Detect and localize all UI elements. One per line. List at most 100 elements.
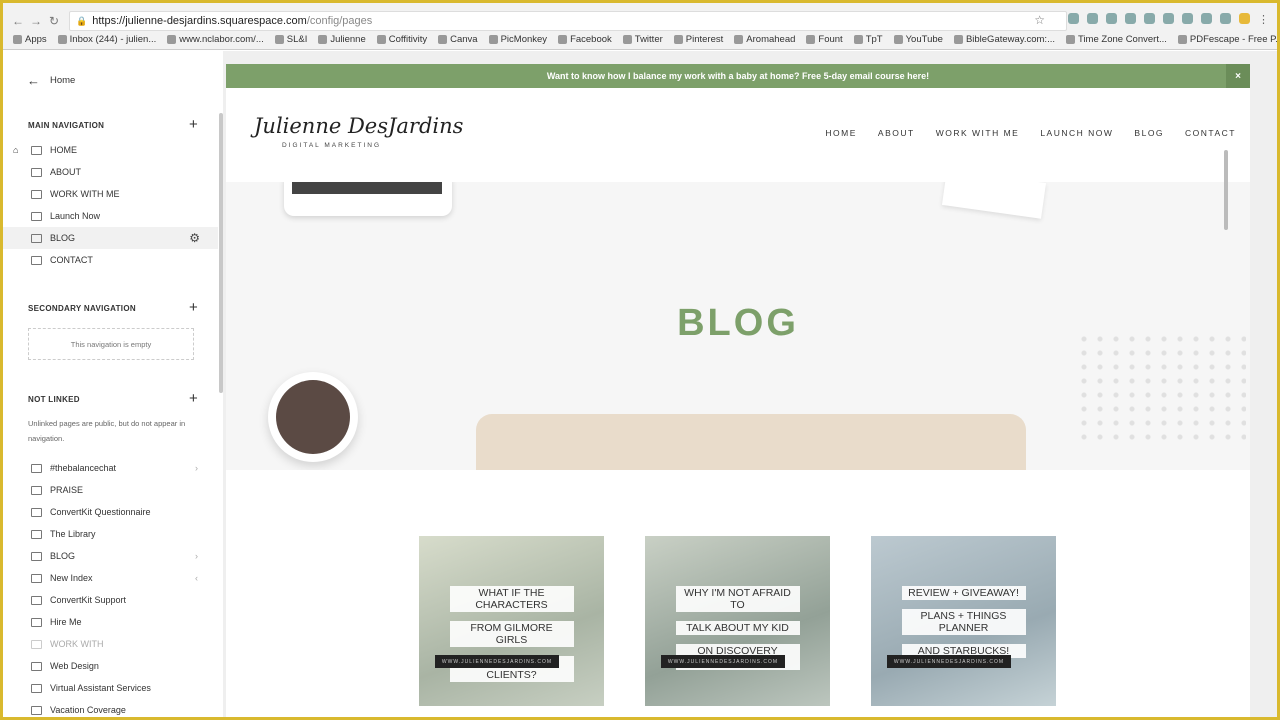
- bookmark-favicon-icon: [318, 35, 328, 44]
- site-nav-contact[interactable]: CONTACT: [1185, 128, 1236, 138]
- reload-icon[interactable]: ↻: [45, 14, 63, 28]
- site-nav-work-with-me[interactable]: WORK WITH ME: [936, 128, 1020, 138]
- bookmark-item[interactable]: YouTube: [893, 34, 943, 45]
- bookmark-item[interactable]: Time Zone Convert...: [1066, 34, 1167, 45]
- forward-arrow-icon[interactable]: →: [27, 14, 45, 28]
- extension-icon[interactable]: [1201, 13, 1212, 24]
- bookmark-item[interactable]: Canva: [438, 34, 478, 45]
- gear-icon[interactable]: ⚙: [189, 231, 200, 245]
- bookmark-item[interactable]: Inbox (244) - julien...: [57, 34, 157, 45]
- sidebar-item--thebalancechat[interactable]: #thebalancechat ›: [3, 457, 218, 479]
- blog-post-card[interactable]: WHY I'M NOT AFRAID TO TALK ABOUT MY KID ON…: [645, 536, 830, 706]
- extension-icon[interactable]: [1106, 13, 1117, 24]
- extension-icon[interactable]: [1068, 13, 1079, 24]
- blog-post-card[interactable]: REVIEW + GIVEAWAY! PLANS + THINGS PLANNER…: [871, 536, 1056, 706]
- add-page-button[interactable]: +: [189, 116, 198, 133]
- bookmark-item[interactable]: Aromahead: [734, 34, 795, 45]
- sidebar-item-about[interactable]: ABOUT: [3, 161, 218, 183]
- sidebar-item-convertkit-support[interactable]: ConvertKit Support: [3, 589, 218, 611]
- bookmark-item[interactable]: BibleGateway.com:...: [953, 34, 1055, 45]
- extension-icon[interactable]: [1125, 13, 1136, 24]
- blog-post-card[interactable]: WHAT IF THE CHARACTERS FROM GILMORE GIRLS…: [419, 536, 604, 706]
- extension-icon[interactable]: [1163, 13, 1174, 24]
- add-page-button[interactable]: +: [189, 299, 198, 316]
- bookmark-label: PDFescape - Free P...: [1189, 34, 1277, 45]
- laptop-image: [476, 414, 1026, 470]
- sidebar-item-virtual-assistant-services[interactable]: Virtual Assistant Services: [3, 677, 218, 699]
- extension-icon[interactable]: [1239, 13, 1250, 24]
- chevron-left-icon[interactable]: ‹: [195, 573, 198, 583]
- extension-icon[interactable]: [1144, 13, 1155, 24]
- bookmark-item[interactable]: PDFescape - Free P...: [1177, 34, 1277, 45]
- extension-icon[interactable]: [1220, 13, 1231, 24]
- bookmark-item[interactable]: Apps: [13, 34, 47, 45]
- home-icon: ⌂: [13, 145, 19, 155]
- page-icon: [31, 145, 42, 155]
- bookmark-star-icon[interactable]: ☆: [1034, 13, 1045, 27]
- coffee-cup-image: [268, 372, 358, 462]
- sidebar-item-label: ConvertKit Support: [50, 595, 127, 605]
- site-nav-launch-now[interactable]: LAUNCH NOW: [1040, 128, 1113, 138]
- bookmark-label: PicMonkey: [500, 34, 548, 45]
- bookmark-favicon-icon: [622, 35, 632, 44]
- bookmark-item[interactable]: Pinterest: [673, 34, 723, 45]
- bookmark-favicon-icon: [806, 35, 816, 44]
- bookmark-item[interactable]: www.nclabor.com/...: [167, 34, 264, 45]
- close-announcement-button[interactable]: ×: [1226, 64, 1250, 88]
- bookmark-label: Coffitivity: [388, 34, 428, 45]
- back-home-link[interactable]: ← Home: [27, 73, 75, 88]
- bookmark-item[interactable]: Julienne: [318, 34, 366, 45]
- pages-sidebar: ← Home MAIN NAVIGATION + ⌂ HOME ABOUT WORK WI…: [3, 51, 223, 717]
- bookmark-favicon-icon: [953, 35, 963, 44]
- not-linked-note: Unlinked pages are public, but do not ap…: [28, 419, 186, 443]
- bookmark-item[interactable]: Twitter: [622, 34, 663, 45]
- sidebar-item-launch-now[interactable]: Launch Now: [3, 205, 218, 227]
- extension-icon[interactable]: [1087, 13, 1098, 24]
- url-host: https://julienne-desjardins.squarespace.…: [92, 15, 307, 27]
- site-nav-about[interactable]: ABOUT: [878, 128, 915, 138]
- bookmark-item[interactable]: TpT: [853, 34, 883, 45]
- bookmark-item[interactable]: PicMonkey: [488, 34, 548, 45]
- sidebar-item-the-library[interactable]: The Library: [3, 523, 218, 545]
- site-nav-blog[interactable]: BLOG: [1134, 128, 1164, 138]
- sidebar-item-label: Web Design: [50, 661, 99, 671]
- bookmark-item[interactable]: SL&I: [274, 34, 307, 45]
- preview-scrollbar[interactable]: [1224, 150, 1228, 230]
- post-title-lines: REVIEW + GIVEAWAY! PLANS + THINGS PLANNER…: [871, 586, 1056, 658]
- sidebar-item-web-design[interactable]: Web Design: [3, 655, 218, 677]
- site-logo[interactable]: Julienne DesJardins: [254, 114, 463, 138]
- sidebar-item-hire-me[interactable]: Hire Me: [3, 611, 218, 633]
- sidebar-item-new-index[interactable]: New Index ‹: [3, 567, 218, 589]
- add-page-button[interactable]: +: [189, 390, 198, 407]
- sidebar-item-label: Vacation Coverage: [50, 705, 126, 715]
- bookmark-label: Inbox (244) - julien...: [69, 34, 157, 45]
- bookmark-label: Time Zone Convert...: [1078, 34, 1167, 45]
- sidebar-item-blog[interactable]: BLOG ⚙: [3, 227, 218, 249]
- sidebar-item-convertkit-questionnaire[interactable]: ConvertKit Questionnaire: [3, 501, 218, 523]
- bookmark-item[interactable]: Fount: [806, 34, 843, 45]
- bookmark-item[interactable]: Facebook: [558, 34, 612, 45]
- address-bar[interactable]: 🔒 https://julienne-desjardins.squarespac…: [69, 11, 1067, 31]
- back-arrow-icon[interactable]: ←: [9, 14, 27, 28]
- sidebar-item-label: ABOUT: [50, 167, 82, 177]
- site-nav-home[interactable]: HOME: [825, 128, 857, 138]
- page-icon: [31, 639, 42, 649]
- sidebar-item-contact[interactable]: CONTACT: [3, 249, 218, 271]
- extension-icon[interactable]: [1182, 13, 1193, 24]
- sidebar-item-vacation-coverage[interactable]: Vacation Coverage: [3, 699, 218, 717]
- sidebar-item-blog[interactable]: BLOG ›: [3, 545, 218, 567]
- bookmark-item[interactable]: Coffitivity: [376, 34, 428, 45]
- sidebar-item-home[interactable]: ⌂ HOME: [3, 139, 218, 161]
- chevron-right-icon[interactable]: ›: [195, 551, 198, 561]
- menu-kebab-icon[interactable]: ⋮: [1258, 13, 1269, 26]
- sidebar-item-work-with-me[interactable]: WORK WITH ME: [3, 183, 218, 205]
- announcement-bar[interactable]: Want to know how I balance my work with …: [226, 64, 1250, 88]
- bookmark-favicon-icon: [13, 35, 22, 44]
- sidebar-item-work-with[interactable]: WORK WITH: [3, 633, 218, 655]
- sidebar-item-praise[interactable]: PRAISE: [3, 479, 218, 501]
- bookmark-label: Apps: [25, 34, 47, 45]
- page-icon: [31, 529, 42, 539]
- bookmark-label: TpT: [865, 34, 883, 45]
- section-title: NOT LINKED: [28, 395, 80, 404]
- chevron-right-icon[interactable]: ›: [195, 463, 198, 473]
